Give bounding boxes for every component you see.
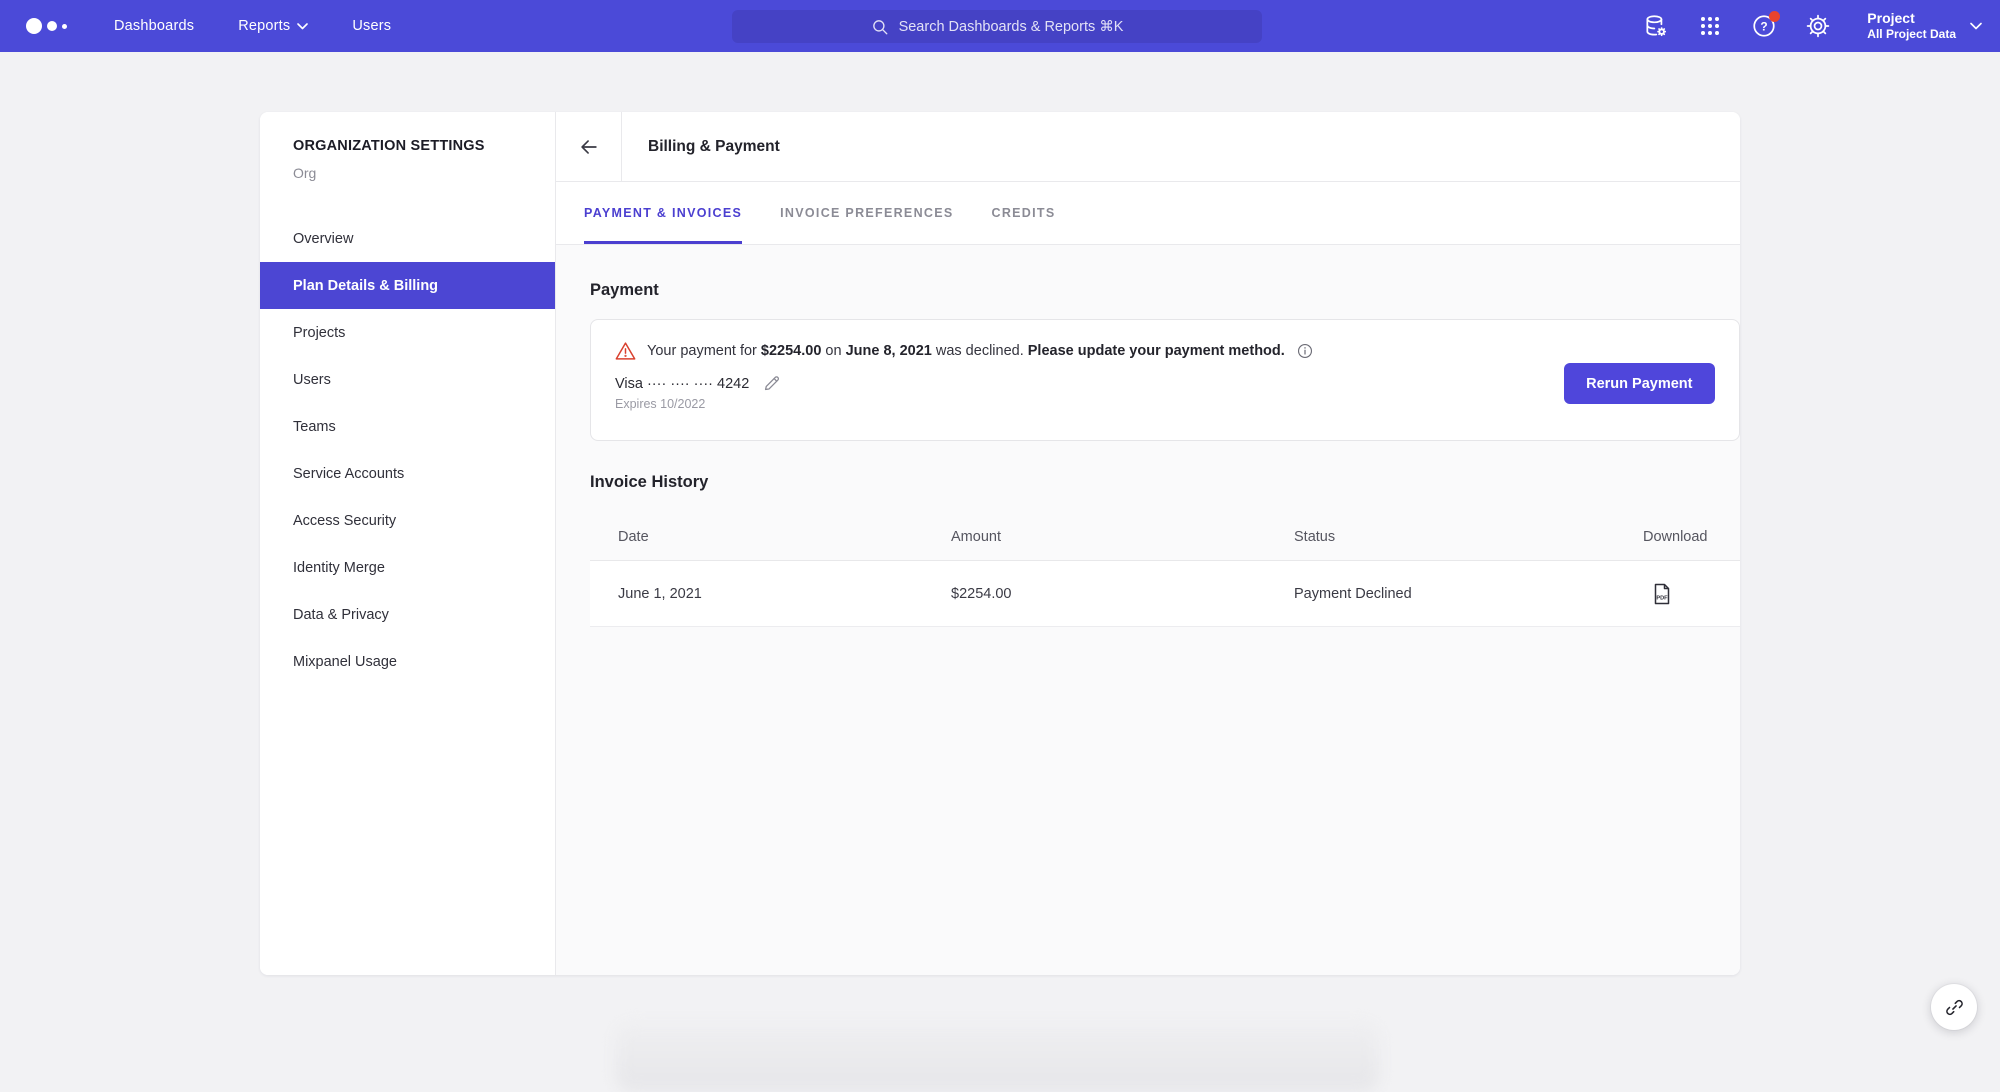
project-switcher-text: Project All Project Data: [1867, 10, 1956, 43]
nav-item-label: Reports: [238, 18, 290, 34]
tab-content: Payment Your payment for $2254.00 on Jun…: [556, 245, 1740, 975]
column-header-amount: Amount: [951, 529, 1294, 545]
org-name: Org: [293, 165, 555, 181]
payment-section-title: Payment: [590, 281, 1740, 300]
alert-declined: was declined.: [932, 343, 1028, 359]
invoice-history-title: Invoice History: [590, 473, 1740, 492]
sidebar-item-overview[interactable]: Overview: [260, 215, 555, 262]
nav-item-dashboards[interactable]: Dashboards: [114, 18, 194, 34]
sidebar-item-label: Identity Merge: [293, 560, 385, 576]
alert-mid: on: [821, 343, 845, 359]
nav-item-label: Users: [352, 18, 391, 34]
settings-panel: ORGANIZATION SETTINGS Org Overview Plan …: [260, 112, 1740, 975]
sidebar-item-label: Mixpanel Usage: [293, 654, 397, 670]
settings-main: Billing & Payment PAYMENT & INVOICES INV…: [556, 112, 1740, 975]
link-icon: [1944, 997, 1965, 1018]
nav-item-reports[interactable]: Reports: [238, 18, 308, 34]
primary-nav: Dashboards Reports Users: [114, 18, 391, 34]
bottom-shadow: [615, 1022, 1380, 1092]
invoice-amount: $2254.00: [951, 586, 1294, 602]
nav-item-label: Dashboards: [114, 18, 194, 34]
alert-text: Your payment for $2254.00 on June 8, 202…: [647, 343, 1285, 359]
back-button[interactable]: [556, 112, 622, 181]
sidebar-item-label: Overview: [293, 231, 353, 247]
sidebar-item-label: Projects: [293, 325, 345, 341]
sidebar-item-label: Plan Details & Billing: [293, 278, 438, 294]
page-header: Billing & Payment: [556, 112, 1740, 182]
alert-date: June 8, 2021: [846, 343, 932, 359]
invoice-date: June 1, 2021: [618, 586, 951, 602]
payment-card: Your payment for $2254.00 on June 8, 202…: [590, 319, 1740, 441]
top-navbar: Dashboards Reports Users Search Dashboar…: [0, 0, 2000, 52]
tab-credits[interactable]: CREDITS: [992, 182, 1056, 244]
tabs: PAYMENT & INVOICES INVOICE PREFERENCES C…: [556, 182, 1740, 245]
tab-payment-invoices[interactable]: PAYMENT & INVOICES: [584, 182, 742, 244]
alert-prefix: Your payment for: [647, 343, 761, 359]
svg-text:?: ?: [1761, 20, 1768, 34]
search-placeholder: Search Dashboards & Reports ⌘K: [899, 19, 1124, 35]
sidebar-item-label: Data & Privacy: [293, 607, 389, 623]
invoice-table-header: Date Amount Status Download: [590, 513, 1740, 561]
sidebar-item-label: Access Security: [293, 513, 396, 529]
sidebar-item-label: Users: [293, 372, 331, 388]
sidebar-item-projects[interactable]: Projects: [260, 309, 555, 356]
settings-sidebar: ORGANIZATION SETTINGS Org Overview Plan …: [260, 112, 556, 975]
project-label: Project: [1867, 10, 1956, 28]
search-input[interactable]: Search Dashboards & Reports ⌘K: [732, 10, 1262, 43]
card-expiry: Expires 10/2022: [615, 397, 1715, 411]
sidebar-item-data-privacy[interactable]: Data & Privacy: [260, 591, 555, 638]
payment-method-row: Visa ···· ···· ···· 4242: [615, 374, 1715, 393]
info-icon[interactable]: [1296, 342, 1314, 360]
chevron-down-icon: [297, 23, 308, 30]
sidebar-heading: ORGANIZATION SETTINGS: [293, 138, 555, 154]
project-value: All Project Data: [1867, 27, 1956, 42]
column-header-status: Status: [1294, 529, 1643, 545]
project-switcher[interactable]: Project All Project Data: [1867, 10, 1982, 43]
tab-invoice-preferences[interactable]: INVOICE PREFERENCES: [780, 182, 953, 244]
mixpanel-logo-icon[interactable]: [26, 18, 78, 34]
column-header-date: Date: [618, 529, 951, 545]
help-icon[interactable]: ?: [1751, 13, 1777, 39]
payment-declined-alert: Your payment for $2254.00 on June 8, 202…: [615, 341, 1715, 361]
rerun-payment-button[interactable]: Rerun Payment: [1564, 363, 1714, 404]
invoice-download-cell: PDF: [1643, 583, 1712, 605]
invoice-table: Date Amount Status Download June 1, 2021…: [590, 513, 1740, 627]
invoice-status: Payment Declined: [1294, 586, 1643, 602]
column-header-download: Download: [1643, 529, 1712, 545]
sidebar-item-mixpanel-usage[interactable]: Mixpanel Usage: [260, 638, 555, 685]
sidebar-item-teams[interactable]: Teams: [260, 403, 555, 450]
navbar-right: ? Project All Project Data: [1643, 0, 1982, 52]
alert-action: Please update your payment method.: [1028, 343, 1285, 359]
sidebar-menu: Overview Plan Details & Billing Projects…: [260, 215, 555, 685]
table-row: June 1, 2021 $2254.00 Payment Declined P…: [590, 561, 1740, 627]
card-number: Visa ···· ···· ···· 4242: [615, 376, 749, 392]
svg-text:PDF: PDF: [1656, 595, 1668, 601]
data-management-icon[interactable]: [1643, 13, 1669, 39]
search-icon: [871, 18, 889, 36]
sidebar-item-service-accounts[interactable]: Service Accounts: [260, 450, 555, 497]
copy-link-button[interactable]: [1931, 984, 1977, 1030]
sidebar-item-plan-details-billing[interactable]: Plan Details & Billing: [260, 262, 555, 309]
sidebar-item-label: Service Accounts: [293, 466, 404, 482]
page-title: Billing & Payment: [622, 112, 780, 181]
download-pdf-icon[interactable]: PDF: [1652, 583, 1672, 605]
apps-grid-icon[interactable]: [1697, 13, 1723, 39]
settings-gear-icon[interactable]: [1805, 13, 1831, 39]
arrow-left-icon: [578, 136, 600, 158]
sidebar-item-access-security[interactable]: Access Security: [260, 497, 555, 544]
alert-amount: $2254.00: [761, 343, 821, 359]
sidebar-item-label: Teams: [293, 419, 336, 435]
warning-icon: [615, 341, 636, 361]
nav-item-users[interactable]: Users: [352, 18, 391, 34]
notification-badge: [1769, 11, 1780, 22]
edit-pencil-icon[interactable]: [762, 374, 781, 393]
sidebar-item-identity-merge[interactable]: Identity Merge: [260, 544, 555, 591]
sidebar-item-users[interactable]: Users: [260, 356, 555, 403]
chevron-down-icon: [1970, 22, 1982, 30]
